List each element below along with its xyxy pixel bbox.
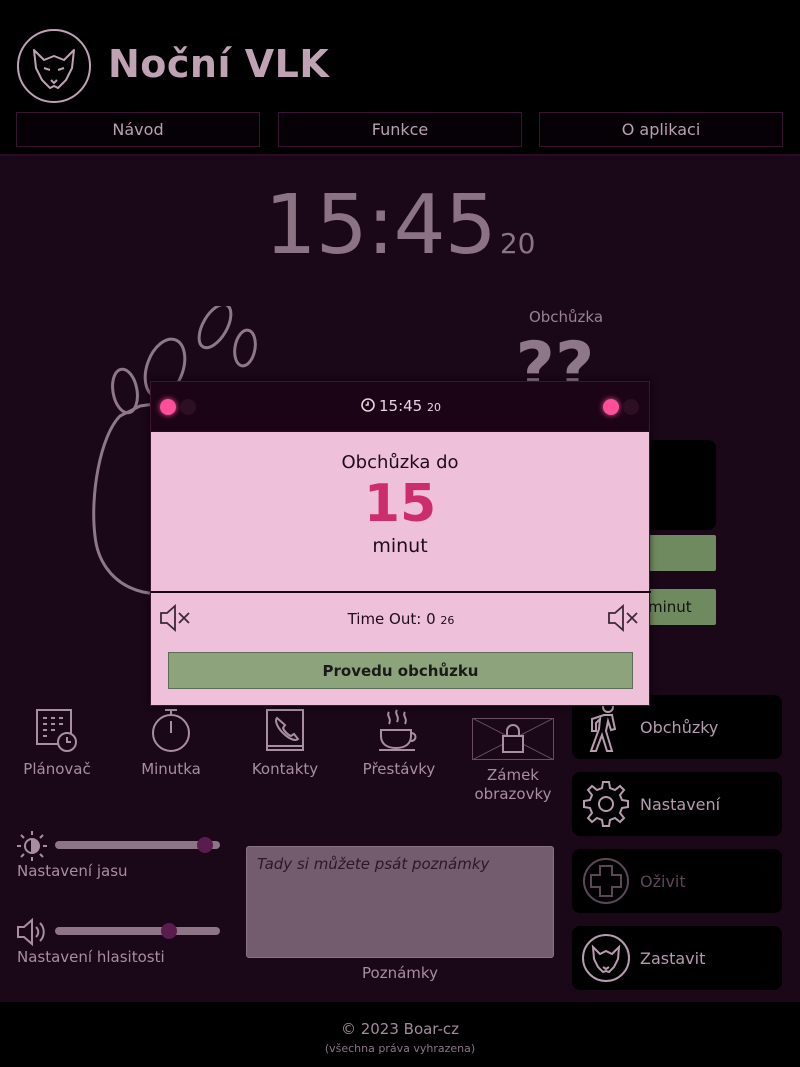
nastaveni-button[interactable]: Nastavení: [572, 772, 782, 836]
tool-prestavky-label: Přestávky: [362, 760, 436, 778]
brightness-label: Nastavení jasu: [17, 862, 128, 880]
tool-zamek-obrazovky[interactable]: Zámek obrazovky: [458, 766, 568, 804]
lock-frame: [472, 718, 554, 760]
volume-label: Nastavení hlasitosti: [17, 948, 165, 966]
footer-copyright: © 2023 Boar-cz: [340, 1020, 460, 1038]
modal-timeout: Time Out: 0 26: [151, 610, 651, 628]
clock-hours-minutes: 15:45: [264, 178, 497, 273]
nav-o-aplikaci-button[interactable]: O aplikaci: [539, 112, 783, 147]
tool-minutka-label: Minutka: [141, 760, 201, 778]
tool-kontakty[interactable]: Kontakty: [230, 706, 340, 778]
timeout-text: Time Out: 0: [347, 610, 436, 628]
obchuzka-green-button-2[interactable]: minut: [640, 589, 716, 625]
volume-slider[interactable]: [55, 923, 220, 939]
modal-title: Obchůzka do: [341, 452, 459, 473]
walking-person-icon: [589, 701, 617, 752]
coffee-cup-icon: [379, 709, 417, 751]
notes-textarea[interactable]: Tady si můžete psát poznámky: [246, 846, 554, 958]
app-title: Noční VLK: [108, 42, 330, 86]
tool-prestavky[interactable]: Přestávky: [344, 706, 454, 778]
mute-right-icon[interactable]: [607, 604, 639, 632]
indicator-light-right-off: [623, 399, 639, 415]
footer-rights: (všechna práva vyhrazena): [324, 1042, 476, 1055]
wolf-icon: [582, 934, 630, 982]
nav-funkce-button[interactable]: Funkce: [278, 112, 522, 147]
nav-navod-button[interactable]: Návod: [16, 112, 260, 147]
wolf-logo-icon: [17, 29, 91, 103]
tool-minutka[interactable]: Minutka: [116, 706, 226, 778]
modal-divider: [151, 591, 651, 593]
clock-icon: [361, 398, 375, 412]
volume-slider-thumb[interactable]: [160, 923, 177, 939]
nastaveni-label: Nastavení: [640, 794, 721, 814]
stopwatch-icon: [152, 709, 190, 752]
zastavit-button[interactable]: Zastavit: [572, 926, 782, 990]
footer: © 2023 Boar-cz (všechna práva vyhrazena): [0, 1002, 800, 1067]
provedu-obchuzku-button[interactable]: Provedu obchůzku: [168, 652, 633, 689]
obchuzka-green-button-1[interactable]: [640, 535, 716, 571]
tool-planovac-label: Plánovač: [23, 760, 91, 778]
indicator-light-right: [603, 399, 619, 415]
tool-zamek-label: Zámek obrazovky: [474, 766, 552, 803]
brightness-slider[interactable]: [55, 837, 220, 853]
obchuzka-modal: 15:45 20 Obchůzka do 15 minut Time Out: …: [150, 381, 651, 706]
obchuzka-label: Obchůzka: [528, 308, 604, 326]
obchuzky-label: Obchůzky: [640, 717, 719, 737]
minut-fragment: minut: [648, 598, 692, 616]
modal-clock-hm: 15:45: [378, 397, 423, 415]
modal-minutes-unit: minut: [372, 535, 428, 557]
modal-header: 15:45 20: [151, 382, 649, 432]
modal-minutes-number: 15: [363, 474, 437, 534]
modal-clock-sec: 20: [427, 401, 441, 414]
lock-icon: [472, 718, 554, 760]
calendar-clock-icon: [36, 709, 77, 752]
volume-icon: [17, 917, 45, 947]
brightness-slider-thumb[interactable]: [196, 837, 213, 853]
main-clock: 15:45 20: [0, 178, 800, 273]
tool-planovac[interactable]: Plánovač: [2, 706, 112, 778]
timeout-seconds: 26: [440, 614, 455, 627]
modal-clock: 15:45 20: [151, 397, 651, 415]
brightness-icon: [17, 831, 47, 861]
phone-book-icon: [266, 709, 304, 751]
app-header: Noční VLK Návod Funkce O aplikaci: [0, 0, 800, 156]
clock-seconds: 20: [499, 227, 536, 260]
ozivit-label: Oživit: [640, 871, 686, 891]
gear-icon: [583, 781, 629, 827]
zastavit-label: Zastavit: [640, 948, 706, 968]
ozivit-button[interactable]: Oživit: [572, 849, 782, 913]
notes-label: Poznámky: [362, 964, 438, 982]
medical-cross-icon: [583, 858, 629, 904]
tool-kontakty-label: Kontakty: [251, 760, 319, 778]
obchuzka-panel-box: [640, 440, 716, 530]
